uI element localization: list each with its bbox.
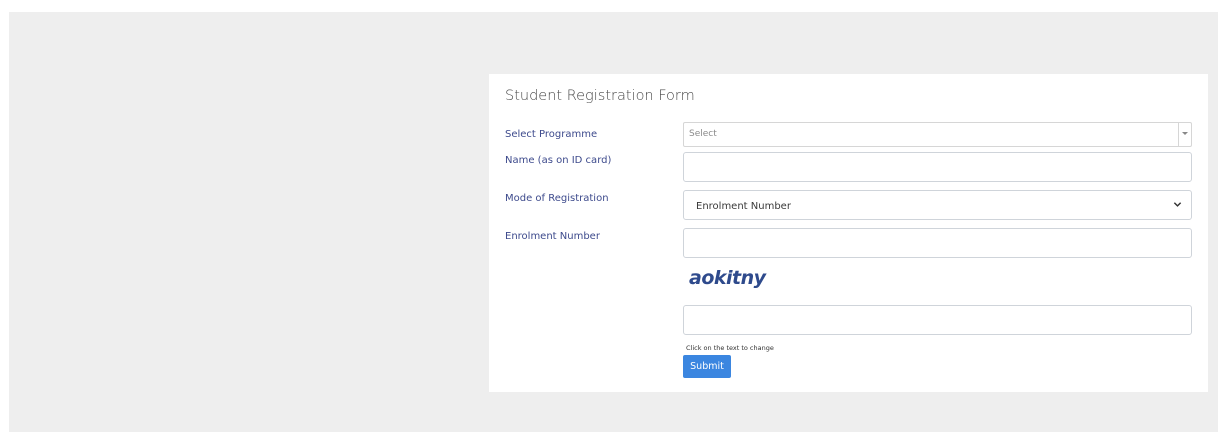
captcha-hint: Click on the text to change xyxy=(686,344,774,352)
enrolment-number-input[interactable] xyxy=(683,228,1192,258)
programme-dropdown-toggle[interactable] xyxy=(1178,123,1191,146)
chevron-down-icon xyxy=(1173,202,1182,207)
programme-select-placeholder: Select xyxy=(689,129,717,139)
submit-button[interactable]: Submit xyxy=(683,355,731,378)
mode-label: Mode of Registration xyxy=(505,193,609,204)
programme-label: Select Programme xyxy=(505,129,598,140)
captcha-input[interactable] xyxy=(683,305,1192,335)
mode-select[interactable]: Enrolment Number xyxy=(683,190,1192,220)
name-input[interactable] xyxy=(683,152,1192,182)
form-title: Student Registration Form xyxy=(505,88,695,104)
captcha-image[interactable]: aokitny xyxy=(689,267,766,289)
enrolment-label: Enrolment Number xyxy=(505,231,600,242)
mode-select-value: Enrolment Number xyxy=(696,201,791,212)
page-background: Student Registration Form Select Program… xyxy=(9,12,1218,432)
name-label: Name (as on ID card) xyxy=(505,155,612,166)
registration-form-card: Student Registration Form Select Program… xyxy=(489,74,1208,392)
programme-select[interactable]: Select xyxy=(683,122,1192,147)
caret-down-icon xyxy=(1182,132,1188,135)
